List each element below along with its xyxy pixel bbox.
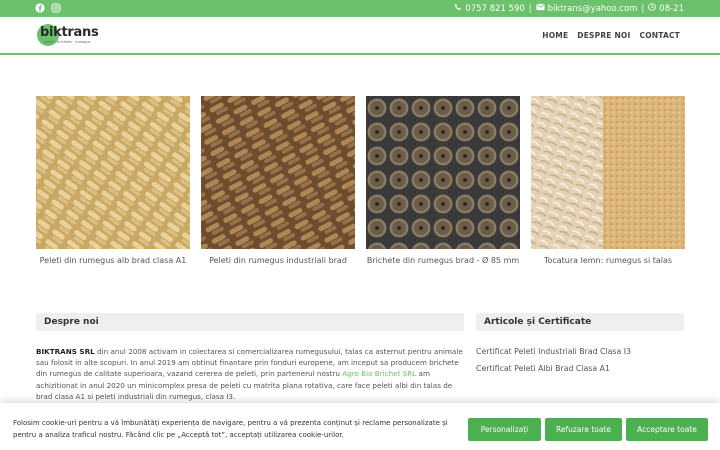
product-card[interactable]: Tocatura lemn: rumegus si talas — [531, 96, 685, 265]
main-nav: HOME DESPRE NOI CONTACT — [542, 31, 680, 40]
partner-link[interactable]: Agro Bio Brichet SRL — [342, 369, 416, 378]
nav-contact[interactable]: CONTACT — [639, 31, 680, 40]
facebook-icon[interactable] — [35, 3, 45, 13]
logo-text: biktrans — [40, 25, 99, 40]
product-image-industrial-pellets[interactable] — [201, 96, 355, 249]
product-grid: Peleti din rumegus alb brad clasa A1 Pel… — [36, 96, 685, 271]
separator: | — [641, 3, 645, 14]
clock-icon — [648, 3, 657, 14]
social-links — [35, 3, 61, 13]
cookie-reject-button[interactable]: Refuzare toate — [545, 418, 622, 441]
opening-hours: 08-21 — [659, 3, 684, 14]
product-caption[interactable]: Tocatura lemn: rumegus si talas — [531, 256, 685, 265]
logo-tagline: peleti · brichete · rumegus — [44, 40, 91, 44]
company-name: BIKTRANS SRL — [36, 347, 95, 356]
certificate-link[interactable]: Certificat Peleti Industriali Brad Clasa… — [476, 347, 631, 356]
product-card[interactable]: Peleti din rumegus industriali brad — [201, 96, 355, 265]
phone-icon — [454, 3, 462, 14]
product-image-briquettes[interactable] — [366, 96, 520, 249]
cookie-message: Folosim cookie-uri pentru a vă îmbunătăț… — [13, 419, 448, 439]
top-bar: 0757 821 590 | biktrans@yahoo.com | 08-2… — [0, 0, 720, 17]
product-caption[interactable]: Peleti din rumegus industriali brad — [201, 256, 355, 265]
about-text: BIKTRANS SRL din anul 2008 activam in co… — [36, 346, 464, 402]
nav-despre-noi[interactable]: DESPRE NOI — [577, 31, 630, 40]
cookie-customize-button[interactable]: Personalizați — [468, 418, 541, 441]
email-icon — [536, 3, 545, 14]
phone-number[interactable]: 0757 821 590 — [465, 4, 524, 14]
nav-home[interactable]: HOME — [542, 31, 568, 40]
separator: | — [528, 3, 532, 14]
cookie-accept-button[interactable]: Acceptare toate — [626, 418, 708, 441]
product-image-sawdust[interactable] — [531, 96, 685, 249]
contact-info: 0757 821 590 | biktrans@yahoo.com | 08-2… — [454, 3, 684, 14]
certificates-title: Articole și Certificate — [476, 313, 684, 331]
product-caption[interactable]: Brichete din rumegus brad - Ø 85 mm — [366, 256, 520, 265]
cookie-banner: Folosim cookie-uri pentru a vă îmbunătăț… — [0, 403, 720, 450]
product-card[interactable]: Brichete din rumegus brad - Ø 85 mm — [366, 96, 520, 265]
email-address[interactable]: biktrans@yahoo.com — [548, 4, 638, 14]
certificate-link[interactable]: Certificat Peleti Albi Brad Clasa A1 — [476, 364, 610, 373]
logo[interactable]: biktrans peleti · brichete · rumegus — [37, 24, 99, 48]
product-caption[interactable]: Peleti din rumegus alb brad clasa A1 — [36, 256, 190, 265]
product-card[interactable]: Peleti din rumegus alb brad clasa A1 — [36, 96, 190, 265]
site-header: biktrans peleti · brichete · rumegus HOM… — [0, 17, 720, 55]
about-title: Despre noi — [36, 313, 464, 331]
product-image-white-pellets[interactable] — [36, 96, 190, 249]
instagram-icon[interactable] — [51, 3, 61, 13]
